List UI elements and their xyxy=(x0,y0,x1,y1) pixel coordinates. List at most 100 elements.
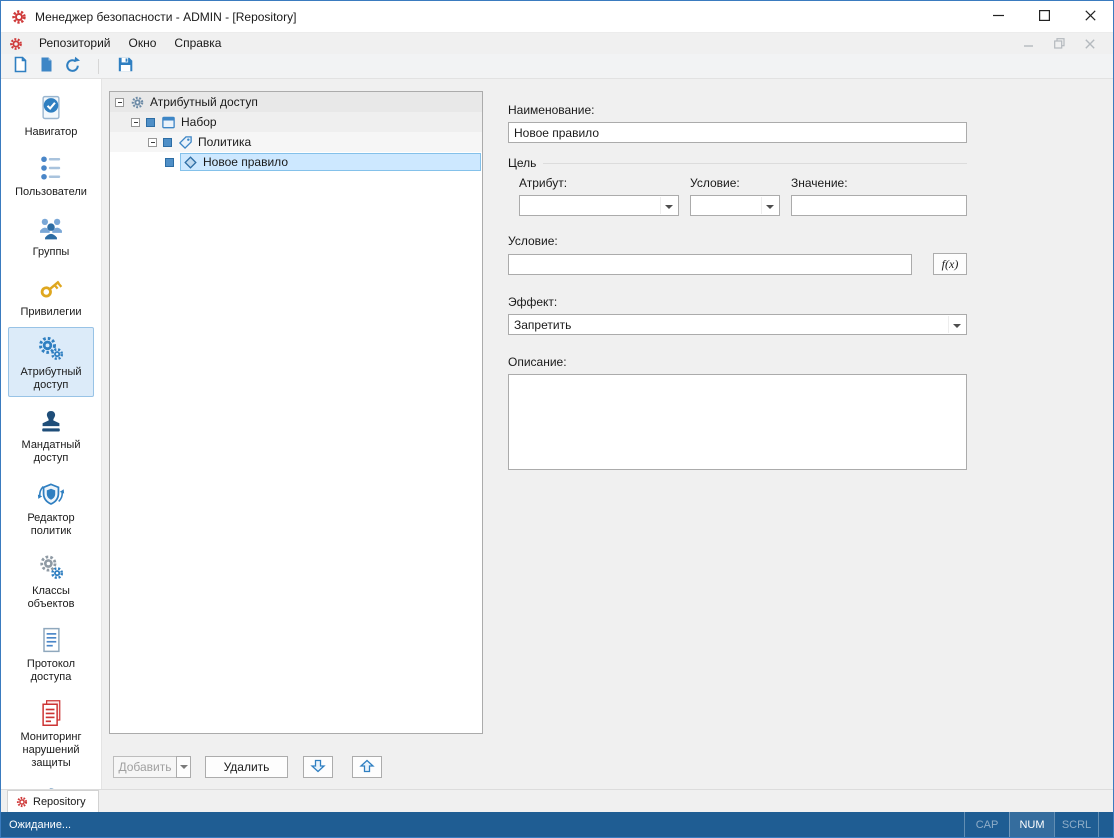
rule-diamond-icon xyxy=(183,155,198,170)
move-up-button[interactable] xyxy=(352,756,382,778)
tree-node-label: Новое правило xyxy=(203,155,288,169)
mdi-minimize-button[interactable] xyxy=(1024,39,1034,49)
refresh-button[interactable] xyxy=(60,55,84,77)
node-state-box xyxy=(163,138,172,147)
effect-combobox-value: Запретить xyxy=(514,318,571,332)
main-area: Навигатор Пользователи xyxy=(1,79,1113,789)
maximize-icon xyxy=(1039,10,1050,24)
window-controls xyxy=(975,1,1113,32)
content-area: Атрибутный доступ Набор Поли xyxy=(102,79,1113,789)
policy-tree: Атрибутный доступ Набор Поли xyxy=(109,91,483,734)
key-icon xyxy=(36,273,66,303)
tree-row-attribute-access[interactable]: Атрибутный доступ xyxy=(110,92,482,112)
attribute-label: Атрибут: xyxy=(519,176,679,190)
sidebar-item-groups[interactable]: Группы xyxy=(8,207,94,264)
sidebar-item-label: Навигатор xyxy=(25,126,78,139)
tree-row-policy[interactable]: Политика xyxy=(110,132,482,152)
description-textarea[interactable] xyxy=(508,374,967,470)
violations-document-icon xyxy=(36,698,66,728)
move-down-button[interactable] xyxy=(303,756,333,778)
tree-expander[interactable] xyxy=(115,98,124,107)
tree-expander[interactable] xyxy=(131,118,140,127)
title-bar: Менеджер безопасности - ADMIN - [Reposit… xyxy=(1,1,1113,33)
mdi-window-controls xyxy=(1024,38,1095,49)
sidebar-item-privileges[interactable]: Привилегии xyxy=(8,267,94,324)
sidebar-item-label: Классы объектов xyxy=(11,585,91,611)
expression-editor-button[interactable]: f(x) xyxy=(933,253,967,275)
tree-actions: Добавить Удалить xyxy=(113,756,382,778)
tree-expander[interactable] xyxy=(148,138,157,147)
effect-section: Эффект: Запретить xyxy=(508,295,967,335)
sidebar-item-object-classes[interactable]: Классы объектов xyxy=(8,546,94,616)
chevron-down-icon xyxy=(948,316,965,333)
minimize-button[interactable] xyxy=(975,1,1021,32)
status-message: Ожидание... xyxy=(1,812,71,837)
target-group-header: Цель xyxy=(508,156,967,170)
mdi-restore-button[interactable] xyxy=(1054,38,1065,49)
save-button[interactable] xyxy=(113,55,137,77)
menu-window[interactable]: Окно xyxy=(120,33,166,54)
node-state-box xyxy=(146,118,155,127)
condition-label: Условие: xyxy=(508,234,967,248)
target-condition-label: Условие: xyxy=(690,176,780,190)
sidebar-item-violations-monitor[interactable]: Мониторинг нарушений защиты xyxy=(8,692,94,775)
repository-tab-logo-icon xyxy=(16,796,28,808)
target-condition-combobox[interactable] xyxy=(690,195,780,216)
set-node-icon xyxy=(161,115,176,130)
value-input[interactable] xyxy=(791,195,967,216)
stamp-icon xyxy=(36,406,66,436)
add-dropdown-button[interactable] xyxy=(176,756,191,778)
effect-combobox[interactable]: Запретить xyxy=(508,314,967,335)
policy-shield-icon xyxy=(36,479,66,509)
menu-repository[interactable]: Репозиторий xyxy=(30,33,120,54)
close-icon xyxy=(1085,10,1096,24)
status-bar: Ожидание... CAP NUM SCRL xyxy=(1,812,1113,837)
name-label: Наименование: xyxy=(508,103,967,117)
access-log-document-icon xyxy=(36,625,66,655)
condition-section: Условие: f(x) xyxy=(508,234,967,275)
close-button[interactable] xyxy=(1067,1,1113,32)
save-icon xyxy=(117,56,134,76)
toolbar xyxy=(1,54,1113,79)
rule-form: Наименование: Цель Атрибут: Условие: Зна… xyxy=(508,103,967,473)
sidebar-item-policy-editor[interactable]: Редактор политик xyxy=(8,473,94,543)
description-section: Описание: xyxy=(508,355,967,473)
arrow-down-icon xyxy=(310,758,326,777)
sidebar-item-label: Группы xyxy=(33,246,70,259)
sidebar-item-label: Мандатный доступ xyxy=(11,439,91,465)
tree-row-new-rule[interactable]: Новое правило xyxy=(110,152,482,172)
condition-input[interactable] xyxy=(508,254,912,275)
add-button[interactable]: Добавить xyxy=(113,756,177,778)
mdi-child-logo-icon xyxy=(9,37,25,51)
maximize-button[interactable] xyxy=(1021,1,1067,32)
node-state-box xyxy=(165,158,174,167)
tree-row-set[interactable]: Набор xyxy=(110,112,482,132)
sidebar-item-attribute-access[interactable]: Атрибутный доступ xyxy=(8,327,94,397)
mdi-close-button[interactable] xyxy=(1085,39,1095,49)
tab-repository[interactable]: Repository xyxy=(7,790,99,812)
keyboard-indicators: CAP NUM SCRL xyxy=(964,812,1099,837)
caps-lock-indicator: CAP xyxy=(964,812,1009,837)
effect-label: Эффект: xyxy=(508,295,967,309)
object-classes-gears-icon xyxy=(36,552,66,582)
new-document-button[interactable] xyxy=(8,55,32,77)
sidebar-item-mandatory-access[interactable]: Мандатный доступ xyxy=(8,400,94,470)
sidebar-item-label: Протокол доступа xyxy=(11,658,91,684)
sidebar-item-navigator[interactable]: Навигатор xyxy=(8,87,94,144)
group-divider xyxy=(543,163,967,164)
app-logo-icon xyxy=(11,9,27,25)
menu-bar: Репозиторий Окно Справка xyxy=(1,33,1113,54)
selected-tree-node[interactable]: Новое правило xyxy=(180,153,481,171)
num-lock-indicator: NUM xyxy=(1009,812,1054,837)
attribute-combobox[interactable] xyxy=(519,195,679,216)
sidebar-item-service[interactable]: Сервис xyxy=(8,778,94,789)
sidebar-item-access-log[interactable]: Протокол доступа xyxy=(8,619,94,689)
delete-button[interactable]: Удалить xyxy=(205,756,288,778)
sidebar-item-users[interactable]: Пользователи xyxy=(8,147,94,204)
document-button[interactable] xyxy=(34,55,58,77)
menu-help[interactable]: Справка xyxy=(165,33,230,54)
name-input[interactable] xyxy=(508,122,967,143)
sidebar-item-label: Пользователи xyxy=(15,186,87,199)
groups-icon xyxy=(36,213,66,243)
sidebar-item-label: Редактор политик xyxy=(11,512,91,538)
